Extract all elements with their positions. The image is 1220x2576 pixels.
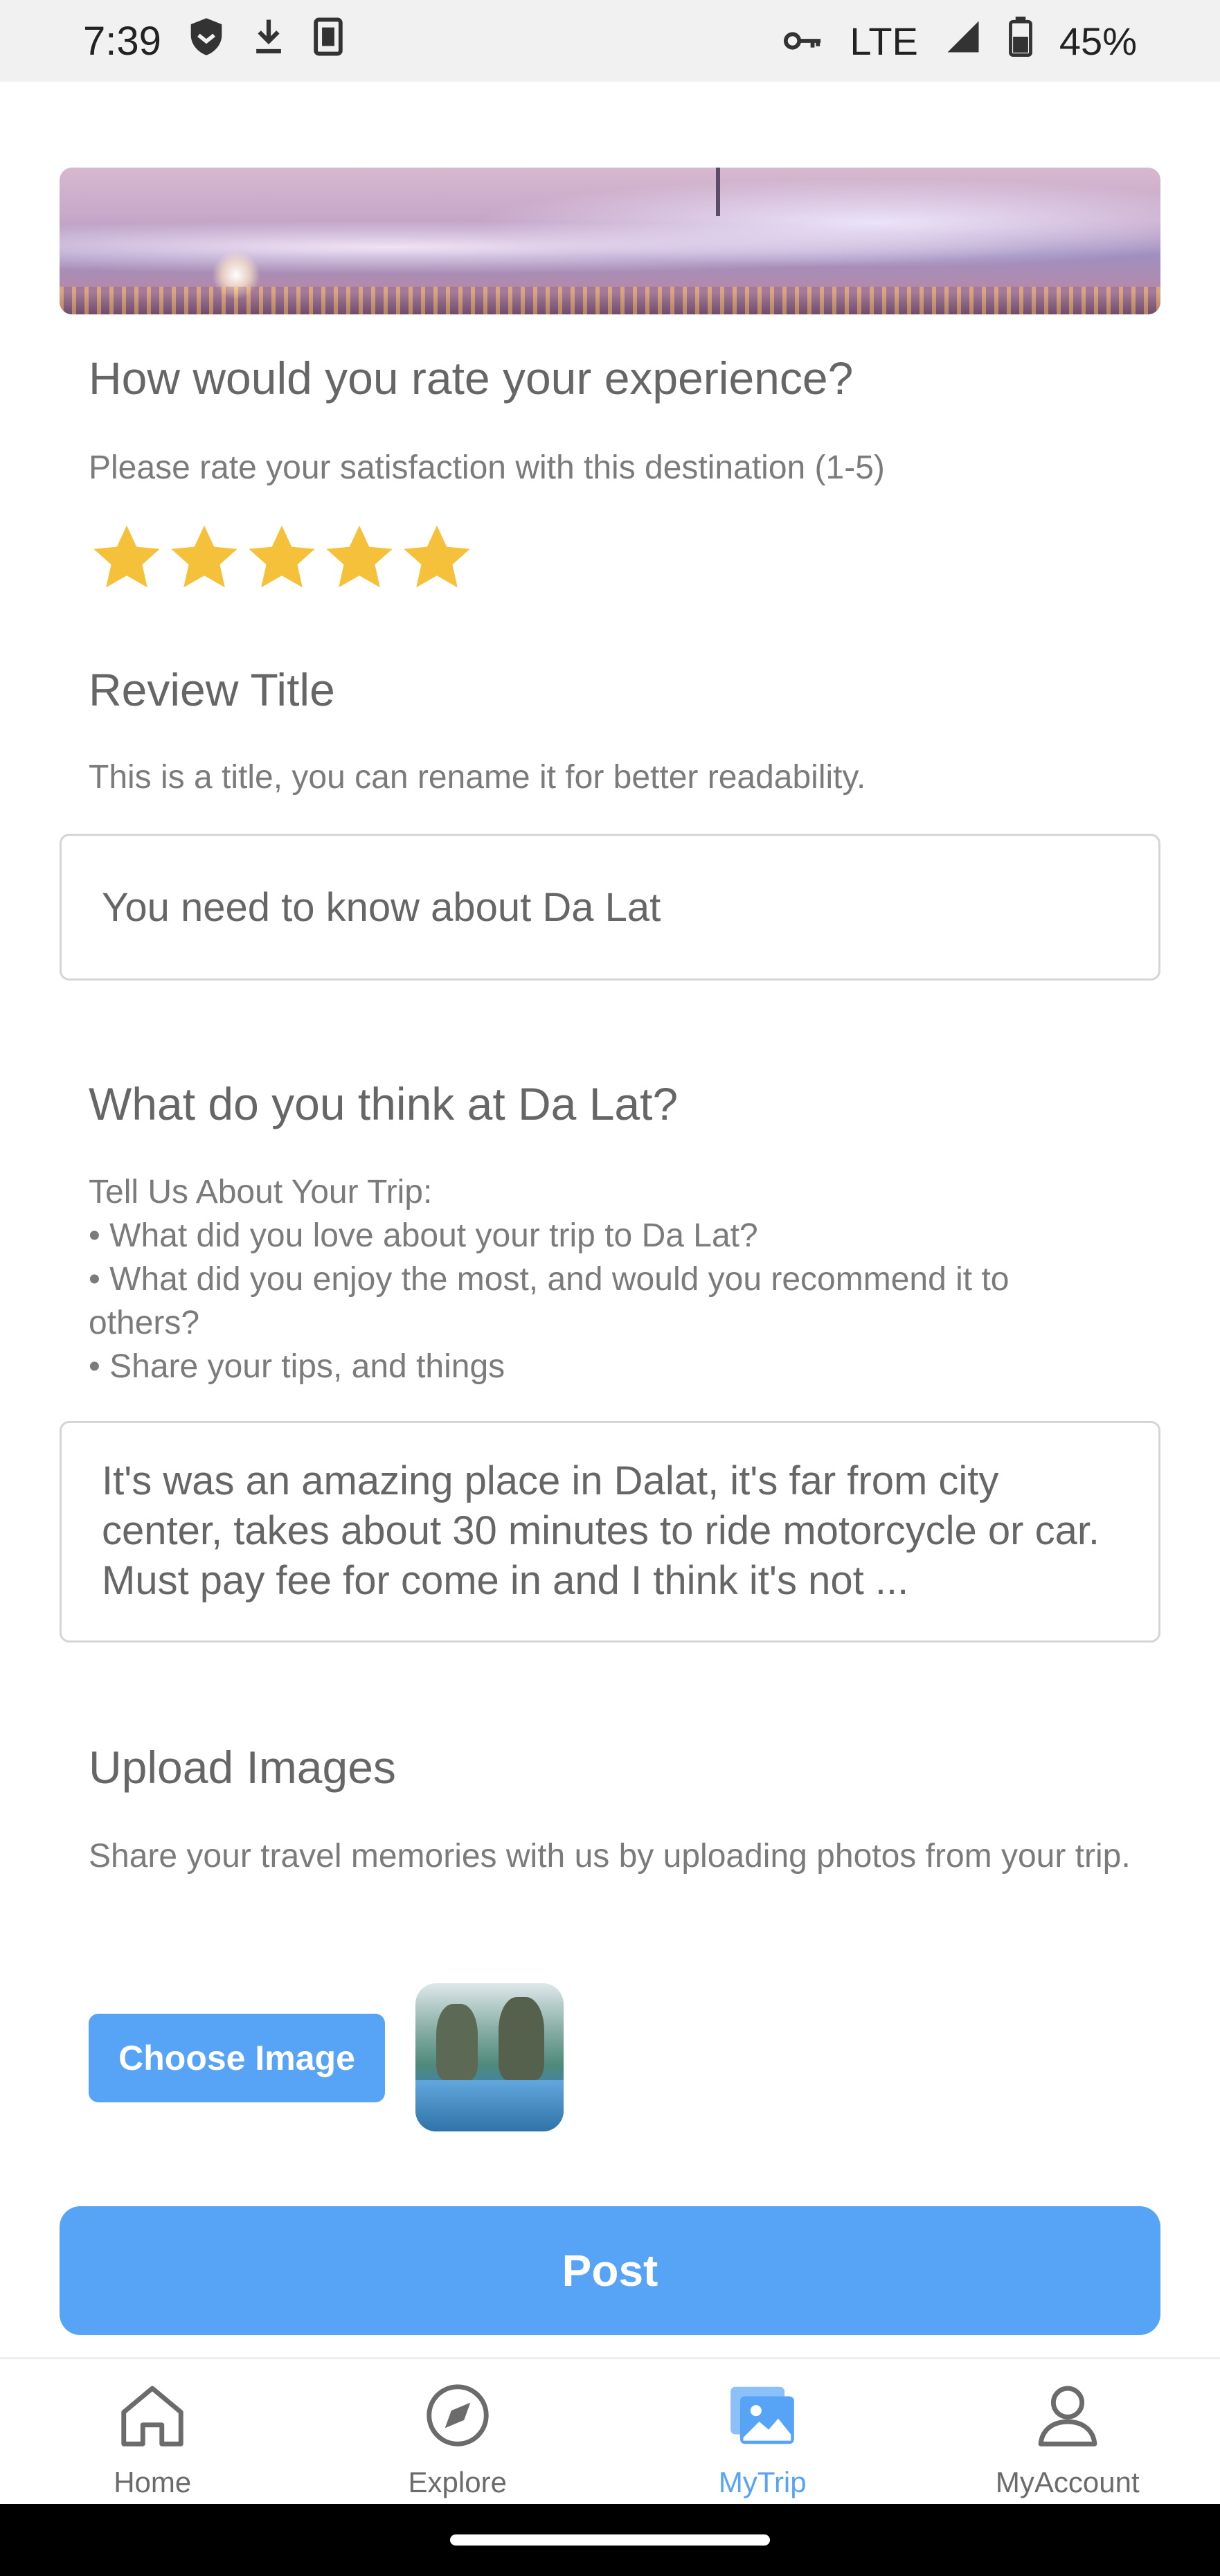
- status-time: 7:39: [83, 18, 161, 64]
- review-title-heading: Review Title: [89, 664, 335, 715]
- post-button[interactable]: Post: [60, 2206, 1160, 2335]
- sim-card-icon: [312, 17, 344, 66]
- home-icon: [121, 2386, 183, 2447]
- star-icon[interactable]: [89, 521, 165, 597]
- bottom-nav: Home Explore MyTrip MyAccount: [0, 2357, 1220, 2504]
- network-label: LTE: [850, 19, 918, 63]
- battery-percent: 45%: [1059, 19, 1137, 63]
- destination-hero-image: [60, 168, 1160, 314]
- nav-item-mytrip[interactable]: MyTrip: [610, 2359, 915, 2504]
- nav-item-myaccount[interactable]: MyAccount: [915, 2359, 1220, 2504]
- battery-icon: [1008, 16, 1033, 66]
- uploaded-image-thumbnail[interactable]: [415, 1983, 564, 2131]
- star-icon[interactable]: [244, 521, 320, 597]
- review-prompts: Tell Us About Your Trip: • What did you …: [89, 1170, 1127, 1388]
- prompt-item: • What did you love about your trip to D…: [89, 1217, 758, 1254]
- upload-heading: Upload Images: [89, 1742, 396, 1793]
- home-gesture-handle[interactable]: [450, 2534, 770, 2546]
- star-icon[interactable]: [399, 521, 475, 597]
- review-body-input[interactable]: It's was an amazing place in Dalat, it's…: [60, 1421, 1160, 1643]
- shield-icon: [188, 17, 225, 66]
- gesture-bar: [0, 2504, 1220, 2576]
- choose-image-button[interactable]: Choose Image: [89, 2014, 385, 2102]
- review-title-input[interactable]: You need to know about Da Lat: [60, 834, 1160, 981]
- prompt-heading: Tell Us About Your Trip:: [89, 1174, 433, 1210]
- status-bar: 7:39 LTE 45%: [0, 0, 1220, 82]
- download-icon: [251, 17, 286, 66]
- rating-title: How would you rate your experience?: [89, 352, 854, 404]
- status-right: LTE 45%: [783, 16, 1137, 66]
- upload-subtitle: Share your travel memories with us by up…: [89, 1838, 1131, 1875]
- star-rating[interactable]: [89, 521, 475, 597]
- star-icon[interactable]: [321, 521, 397, 597]
- nav-label-explore: Explore: [408, 2466, 507, 2498]
- nav-item-home[interactable]: Home: [0, 2359, 305, 2504]
- star-icon[interactable]: [166, 521, 242, 597]
- compass-icon: [427, 2384, 489, 2447]
- gallery-icon: [730, 2386, 795, 2444]
- nav-item-explore[interactable]: Explore: [305, 2359, 611, 2504]
- vpn-key-icon: [783, 19, 823, 64]
- prompt-item: • What did you enjoy the most, and would…: [89, 1261, 1010, 1341]
- review-title-value: You need to know about Da Lat: [102, 884, 661, 930]
- review-body-heading: What do you think at Da Lat?: [89, 1078, 679, 1129]
- status-left: 7:39: [83, 17, 344, 66]
- nav-label-myaccount: MyAccount: [995, 2466, 1140, 2498]
- prompt-item: • Share your tips, and things: [89, 1348, 505, 1385]
- review-title-subtitle: This is a title, you can rename it for b…: [89, 759, 866, 796]
- user-icon: [1038, 2386, 1097, 2447]
- nav-label-mytrip: MyTrip: [718, 2466, 807, 2498]
- signal-icon: [944, 18, 982, 64]
- nav-label-home: Home: [114, 2466, 192, 2498]
- rating-subtitle: Please rate your satisfaction with this …: [89, 449, 885, 486]
- review-body-value: It's was an amazing place in Dalat, it's…: [102, 1458, 1100, 1603]
